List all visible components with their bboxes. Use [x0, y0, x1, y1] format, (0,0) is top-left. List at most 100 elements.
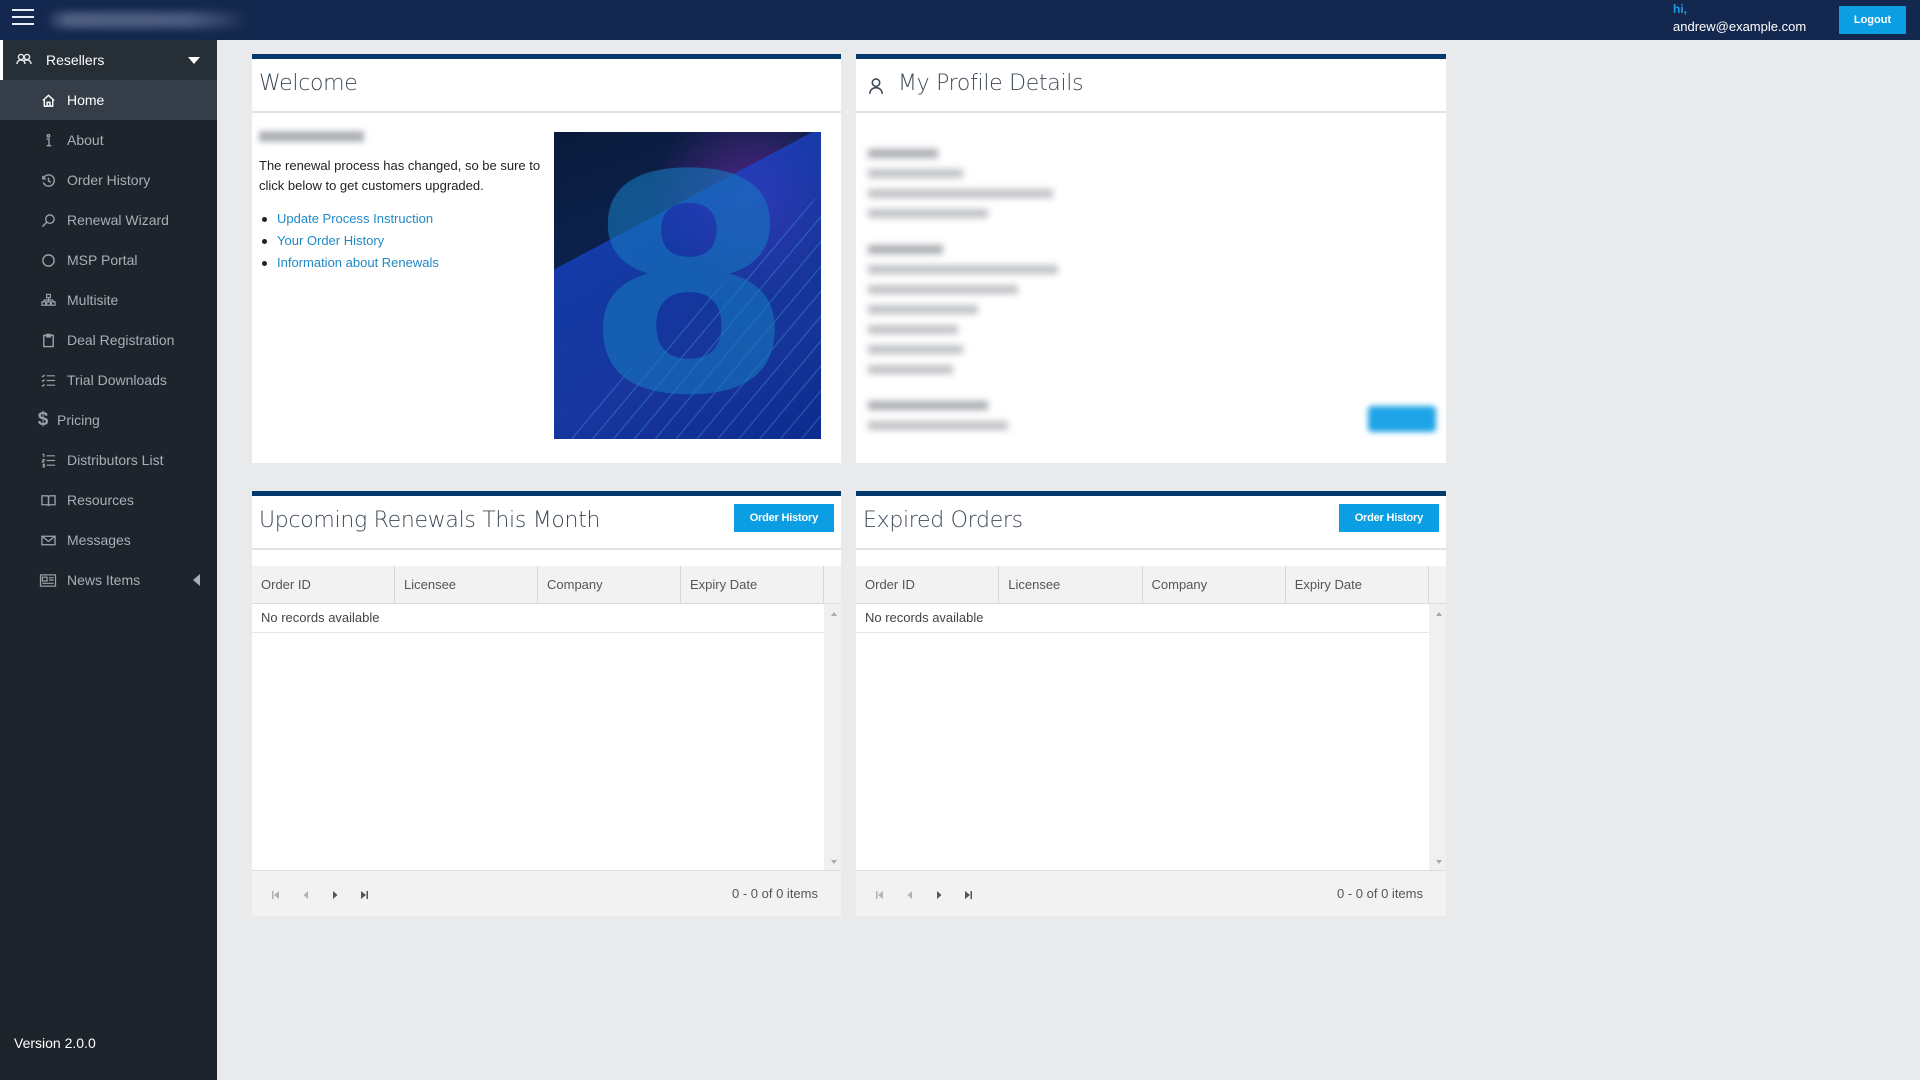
scroll-up-arrow[interactable]: [831, 612, 837, 616]
user-greeting: hi, andrew@example.com: [1673, 2, 1806, 34]
sidebar-item-label: Trial Downloads: [67, 372, 167, 388]
expired-orders-card: Expired Orders Order History Order ID Li…: [856, 491, 1446, 916]
sidebar-item-label: Order History: [67, 172, 151, 188]
update-process-instruction-link[interactable]: Update Process Instruction: [277, 211, 433, 226]
renewals-card-header: Upcoming Renewals This Month Order Histo…: [252, 496, 841, 550]
sidebar-item-news-items[interactable]: News Items: [0, 560, 217, 600]
expired-grid: Order ID Licensee Company Expiry Date No…: [856, 566, 1446, 916]
sidebar-item-label: Distributors List: [67, 452, 164, 468]
sitemap-icon: [39, 291, 57, 309]
expired-title: Expired Orders: [863, 508, 1023, 533]
sidebar-item-label: About: [67, 132, 104, 148]
sidebar-item-trial-downloads[interactable]: Trial Downloads: [0, 360, 217, 400]
empty-message: No records available: [252, 604, 824, 633]
redacted-profile-details: [868, 149, 1428, 441]
scroll-down-arrow[interactable]: [1436, 860, 1442, 864]
users-icon: [16, 53, 34, 68]
pager-info: 0 - 0 of 0 items: [732, 886, 818, 901]
information-about-renewals-link[interactable]: Information about Renewals: [277, 255, 439, 270]
sidebar-item-label: MSP Portal: [67, 252, 138, 268]
order-history-button[interactable]: Order History: [733, 504, 834, 532]
user-email: andrew@example.com: [1673, 19, 1807, 34]
sidebar-item-home[interactable]: Home: [0, 80, 217, 120]
sidebar-item-label: Messages: [67, 532, 131, 548]
grid-pager: 0 - 0 of 0 items: [856, 870, 1446, 916]
sidebar-item-multisite[interactable]: Multisite: [0, 280, 217, 320]
last-page-icon[interactable]: [359, 890, 369, 900]
grid-body: No records available: [856, 604, 1446, 870]
sidebar-item-label: News Items: [67, 572, 141, 588]
list-item: Update Process Instruction: [259, 208, 549, 230]
top-bar: hi, andrew@example.com Logout: [0, 0, 1920, 40]
column-header-order-id[interactable]: Order ID: [856, 566, 1000, 603]
clipboard-icon: [39, 331, 57, 349]
info-icon: [39, 131, 57, 149]
envelope-icon: [39, 531, 57, 549]
sidebar-item-order-history[interactable]: Order History: [0, 160, 217, 200]
last-page-icon[interactable]: [963, 890, 973, 900]
sidebar-item-label: Deal Registration: [67, 332, 175, 348]
column-header-licensee[interactable]: Licensee: [999, 566, 1143, 603]
welcome-message: The renewal process has changed, so be s…: [259, 158, 541, 193]
column-header-company[interactable]: Company: [1143, 566, 1286, 603]
previous-page-icon[interactable]: [905, 890, 915, 900]
sidebar-item-label: Home: [67, 92, 105, 108]
column-header-company[interactable]: Company: [538, 566, 681, 603]
upcoming-renewals-card: Upcoming Renewals This Month Order Histo…: [252, 491, 841, 916]
profile-card: My Profile Details: [856, 54, 1446, 463]
grid-pager: 0 - 0 of 0 items: [252, 870, 841, 916]
sidebar-item-deal-registration[interactable]: Deal Registration: [0, 320, 217, 360]
next-page-icon[interactable]: [330, 890, 340, 900]
sidebar: Resellers Home About Order History Renew…: [0, 40, 217, 1080]
scroll-down-arrow[interactable]: [831, 860, 837, 864]
first-page-icon[interactable]: [271, 890, 281, 900]
greeting-text: hi,: [1673, 2, 1687, 16]
welcome-card: Welcome The renewal process has changed,…: [252, 54, 841, 463]
sidebar-item-renewal-wizard[interactable]: Renewal Wizard: [0, 200, 217, 240]
sidebar-item-resources[interactable]: Resources: [0, 480, 217, 520]
sidebar-item-label: Renewal Wizard: [67, 212, 169, 228]
welcome-card-header: Welcome: [252, 59, 841, 113]
sidebar-group-label: Resellers: [46, 52, 105, 68]
user-icon: [869, 78, 883, 94]
grid-header: Order ID Licensee Company Expiry Date: [856, 566, 1446, 604]
list-item: Information about Renewals: [259, 252, 549, 274]
sidebar-item-label: Multisite: [67, 292, 119, 308]
column-header-expiry-date[interactable]: Expiry Date: [1286, 566, 1429, 603]
sidebar-item-distributors-list[interactable]: Distributors List: [0, 440, 217, 480]
renewals-title: Upcoming Renewals This Month: [259, 508, 601, 533]
your-order-history-link[interactable]: Your Order History: [277, 233, 384, 248]
list-item: Your Order History: [259, 230, 549, 252]
next-page-icon[interactable]: [934, 890, 944, 900]
logout-button[interactable]: Logout: [1839, 6, 1906, 34]
sidebar-item-pricing[interactable]: $ Pricing: [0, 400, 217, 440]
edit-profile-button[interactable]: [1368, 406, 1436, 432]
scroll-up-arrow[interactable]: [1436, 612, 1442, 616]
sidebar-item-label: Pricing: [57, 412, 100, 428]
column-header-expiry-date[interactable]: Expiry Date: [681, 566, 824, 603]
sidebar-item-msp-portal[interactable]: MSP Portal: [0, 240, 217, 280]
redacted-announcement: [259, 131, 364, 142]
checklist-icon: [39, 371, 57, 389]
chevron-down-icon: [188, 57, 200, 64]
order-history-button[interactable]: Order History: [1338, 504, 1439, 532]
pager-info: 0 - 0 of 0 items: [1337, 886, 1423, 901]
welcome-body: The renewal process has changed, so be s…: [259, 131, 549, 274]
profile-card-header: My Profile Details: [856, 59, 1446, 113]
chevron-left-icon: [193, 574, 200, 586]
sidebar-group-resellers[interactable]: Resellers: [0, 40, 217, 80]
sidebar-item-label: Resources: [67, 492, 134, 508]
sidebar-item-messages[interactable]: Messages: [0, 520, 217, 560]
sidebar-item-about[interactable]: About: [0, 120, 217, 160]
search-icon: [39, 211, 57, 229]
hamburger-icon[interactable]: [12, 9, 34, 27]
column-header-order-id[interactable]: Order ID: [252, 566, 395, 603]
book-icon: [39, 491, 57, 509]
history-icon: [39, 171, 57, 189]
home-icon: [39, 91, 57, 109]
column-header-licensee[interactable]: Licensee: [395, 566, 538, 603]
grid-body: No records available: [252, 604, 841, 870]
previous-page-icon[interactable]: [301, 890, 311, 900]
first-page-icon[interactable]: [875, 890, 885, 900]
numbered-list-icon: [39, 451, 57, 469]
